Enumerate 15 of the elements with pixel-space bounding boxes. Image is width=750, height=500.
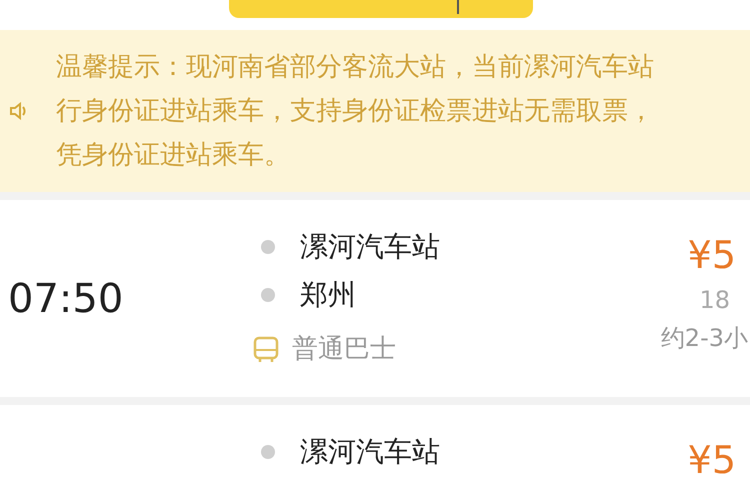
notice-text: 温馨提示：现河南省部分客流大站，当前漯河汽车站 [56,52,654,82]
ticket-price: ¥5 [688,441,737,479]
ticket-price: ¥5 [688,236,737,274]
speaker-icon [8,101,28,121]
trip-duration: 约2-3小 [660,326,749,350]
notice-text: 凭身份证进站乘车。 [56,140,291,170]
bus-type: 普通巴士 [292,336,396,362]
seats-left: 18 [699,288,731,312]
bus-icon [252,335,280,363]
destination-station: 郑州 [300,281,356,309]
search-button[interactable] [229,0,533,18]
notice-text: 行身份证进站乘车，支持身份证检票进站无需取票， [56,96,654,126]
origin-station: 漯河汽车站 [300,233,440,261]
departure-time: 07:50 [8,278,124,318]
origin-station: 漯河汽车站 [300,438,440,466]
